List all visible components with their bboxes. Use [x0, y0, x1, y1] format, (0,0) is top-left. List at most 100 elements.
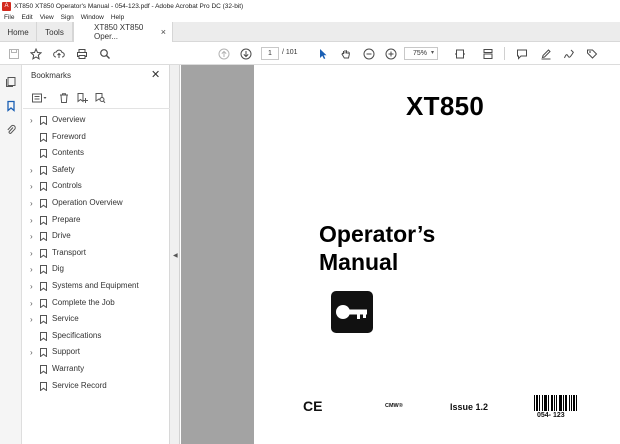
- bookmark-label: Drive: [52, 231, 71, 241]
- bookmark-icon: [40, 199, 47, 208]
- bookmark-options-icon[interactable]: [32, 92, 48, 104]
- chevron-right-icon[interactable]: ›: [30, 315, 38, 324]
- collapse-arrow-icon[interactable]: ◀: [173, 252, 178, 259]
- tab-bar: Home Tools XT850 XT850 Oper... ×: [0, 22, 620, 42]
- bookmarks-panel: Bookmarks ✕ › Overview Foreword Contents: [23, 65, 170, 444]
- pdf-heading-line-2: Manual: [319, 249, 399, 275]
- zoom-in-icon[interactable]: [383, 46, 398, 61]
- bookmark-star-icon[interactable]: [28, 46, 43, 61]
- tab-document-label: XT850 XT850 Oper...: [94, 23, 144, 41]
- panel-splitter[interactable]: ◀: [170, 65, 180, 444]
- tab-tools[interactable]: Tools: [37, 22, 73, 42]
- zoom-out-icon[interactable]: [361, 46, 376, 61]
- chevron-right-icon[interactable]: ›: [30, 249, 38, 258]
- bookmark-label: Transport: [52, 247, 86, 257]
- chevron-right-icon[interactable]: ›: [30, 282, 38, 291]
- bookmark-label: Service Record: [52, 380, 107, 390]
- print-icon[interactable]: [74, 46, 89, 61]
- chevron-right-icon[interactable]: ›: [30, 166, 38, 175]
- scroll-mode-icon[interactable]: [480, 46, 495, 61]
- bookmark-controls[interactable]: › Controls: [23, 179, 170, 194]
- save-icon[interactable]: [6, 46, 21, 61]
- bookmark-systems-and-equipment[interactable]: › Systems and Equipment: [23, 279, 170, 294]
- bookmark-label: Complete the Job: [52, 297, 115, 307]
- upload-cloud-icon[interactable]: [51, 46, 66, 61]
- fit-page-icon[interactable]: [452, 46, 467, 61]
- delete-bookmark-icon[interactable]: [58, 92, 70, 104]
- zoom-level-value: 75%: [413, 50, 428, 57]
- bookmark-icon: [40, 298, 47, 308]
- next-page-icon[interactable]: [238, 46, 253, 61]
- close-tab-icon[interactable]: ×: [161, 27, 166, 37]
- chevron-right-icon[interactable]: ›: [30, 182, 38, 191]
- search-icon[interactable]: [97, 46, 112, 61]
- menu-edit[interactable]: Edit: [21, 14, 32, 21]
- highlight-pen-icon[interactable]: [538, 46, 553, 61]
- bookmark-complete-the-job[interactable]: › Complete the Job: [23, 296, 170, 311]
- bookmark-label: Foreword: [52, 131, 86, 141]
- chevron-right-icon[interactable]: ›: [30, 265, 38, 274]
- menu-file[interactable]: File: [4, 14, 14, 21]
- bookmark-icon: [40, 165, 47, 175]
- menu-window[interactable]: Window: [81, 14, 104, 21]
- bookmark-transport[interactable]: › Transport: [23, 246, 170, 261]
- bookmark-contents[interactable]: Contents: [23, 146, 170, 161]
- bookmark-label: Operation Overview: [52, 198, 123, 207]
- chevron-right-icon[interactable]: ›: [30, 232, 38, 241]
- comment-icon[interactable]: [514, 46, 529, 61]
- left-navigation-rail: [0, 65, 22, 444]
- previous-page-icon[interactable]: [216, 46, 231, 61]
- chevron-right-icon[interactable]: ›: [30, 216, 38, 225]
- bookmarks-title: Bookmarks: [31, 71, 72, 80]
- ce-mark: CE: [303, 398, 323, 414]
- menu-sign[interactable]: Sign: [61, 14, 74, 21]
- bookmark-dig[interactable]: › Dig: [23, 262, 170, 277]
- bookmark-icon: [40, 116, 47, 125]
- page-thumbnails-icon[interactable]: [5, 76, 17, 88]
- bookmark-service-record[interactable]: Service Record: [23, 379, 170, 394]
- chevron-right-icon[interactable]: ›: [30, 348, 38, 357]
- hand-tool-icon[interactable]: [338, 46, 353, 61]
- bookmark-icon: [40, 248, 47, 258]
- page-total: / 101: [282, 49, 298, 56]
- document-viewer[interactable]: XT850 Operator’s Manual CE CMW® Issue 1.…: [181, 65, 620, 444]
- bookmark-foreword[interactable]: Foreword: [23, 130, 170, 145]
- tab-document[interactable]: XT850 XT850 Oper... ×: [73, 22, 173, 42]
- chevron-right-icon[interactable]: ›: [30, 116, 38, 125]
- bookmark-overview[interactable]: › Overview: [23, 113, 170, 128]
- bookmark-label: Prepare: [52, 214, 81, 224]
- bookmark-operation-overview[interactable]: › Operation Overview: [23, 196, 170, 211]
- find-bookmark-icon[interactable]: [94, 92, 106, 104]
- bookmark-icon: [40, 182, 47, 192]
- pdf-model-title: XT850: [406, 91, 485, 121]
- bookmark-label: Systems and Equipment: [52, 281, 139, 290]
- zoom-level-select[interactable]: 75% ▾: [404, 47, 438, 60]
- bookmark-icon: [40, 265, 47, 275]
- bookmarks-panel-icon[interactable]: [5, 100, 17, 112]
- close-icon[interactable]: ✕: [151, 68, 160, 81]
- attachments-icon[interactable]: [5, 124, 17, 136]
- page-number-input[interactable]: 1: [261, 47, 279, 60]
- tag-icon[interactable]: [584, 46, 599, 61]
- bookmark-safety[interactable]: › Safety: [23, 163, 170, 178]
- bookmark-specifications[interactable]: Specifications: [23, 329, 170, 344]
- new-bookmark-icon[interactable]: [76, 92, 88, 104]
- tab-home[interactable]: Home: [0, 22, 37, 42]
- bookmark-label: Controls: [52, 181, 82, 191]
- chevron-right-icon[interactable]: ›: [30, 299, 38, 308]
- bookmark-support[interactable]: › Support: [23, 345, 170, 360]
- bookmark-label: Warranty: [52, 364, 85, 373]
- chevron-right-icon[interactable]: ›: [30, 199, 38, 208]
- bookmark-prepare[interactable]: › Prepare: [23, 213, 170, 228]
- select-cursor-icon[interactable]: [315, 46, 330, 61]
- bookmark-service[interactable]: › Service: [23, 312, 170, 327]
- menu-help[interactable]: Help: [111, 14, 124, 21]
- bookmark-label: Dig: [52, 264, 65, 274]
- bookmark-icon: [40, 282, 47, 291]
- key-symbol-icon: [331, 291, 373, 333]
- fill-sign-icon[interactable]: [561, 46, 576, 61]
- pdf-heading-line-1: Operator’s: [319, 221, 436, 247]
- bookmark-drive[interactable]: › Drive: [23, 229, 170, 244]
- menu-view[interactable]: View: [40, 14, 54, 21]
- bookmark-warranty[interactable]: Warranty: [23, 362, 170, 377]
